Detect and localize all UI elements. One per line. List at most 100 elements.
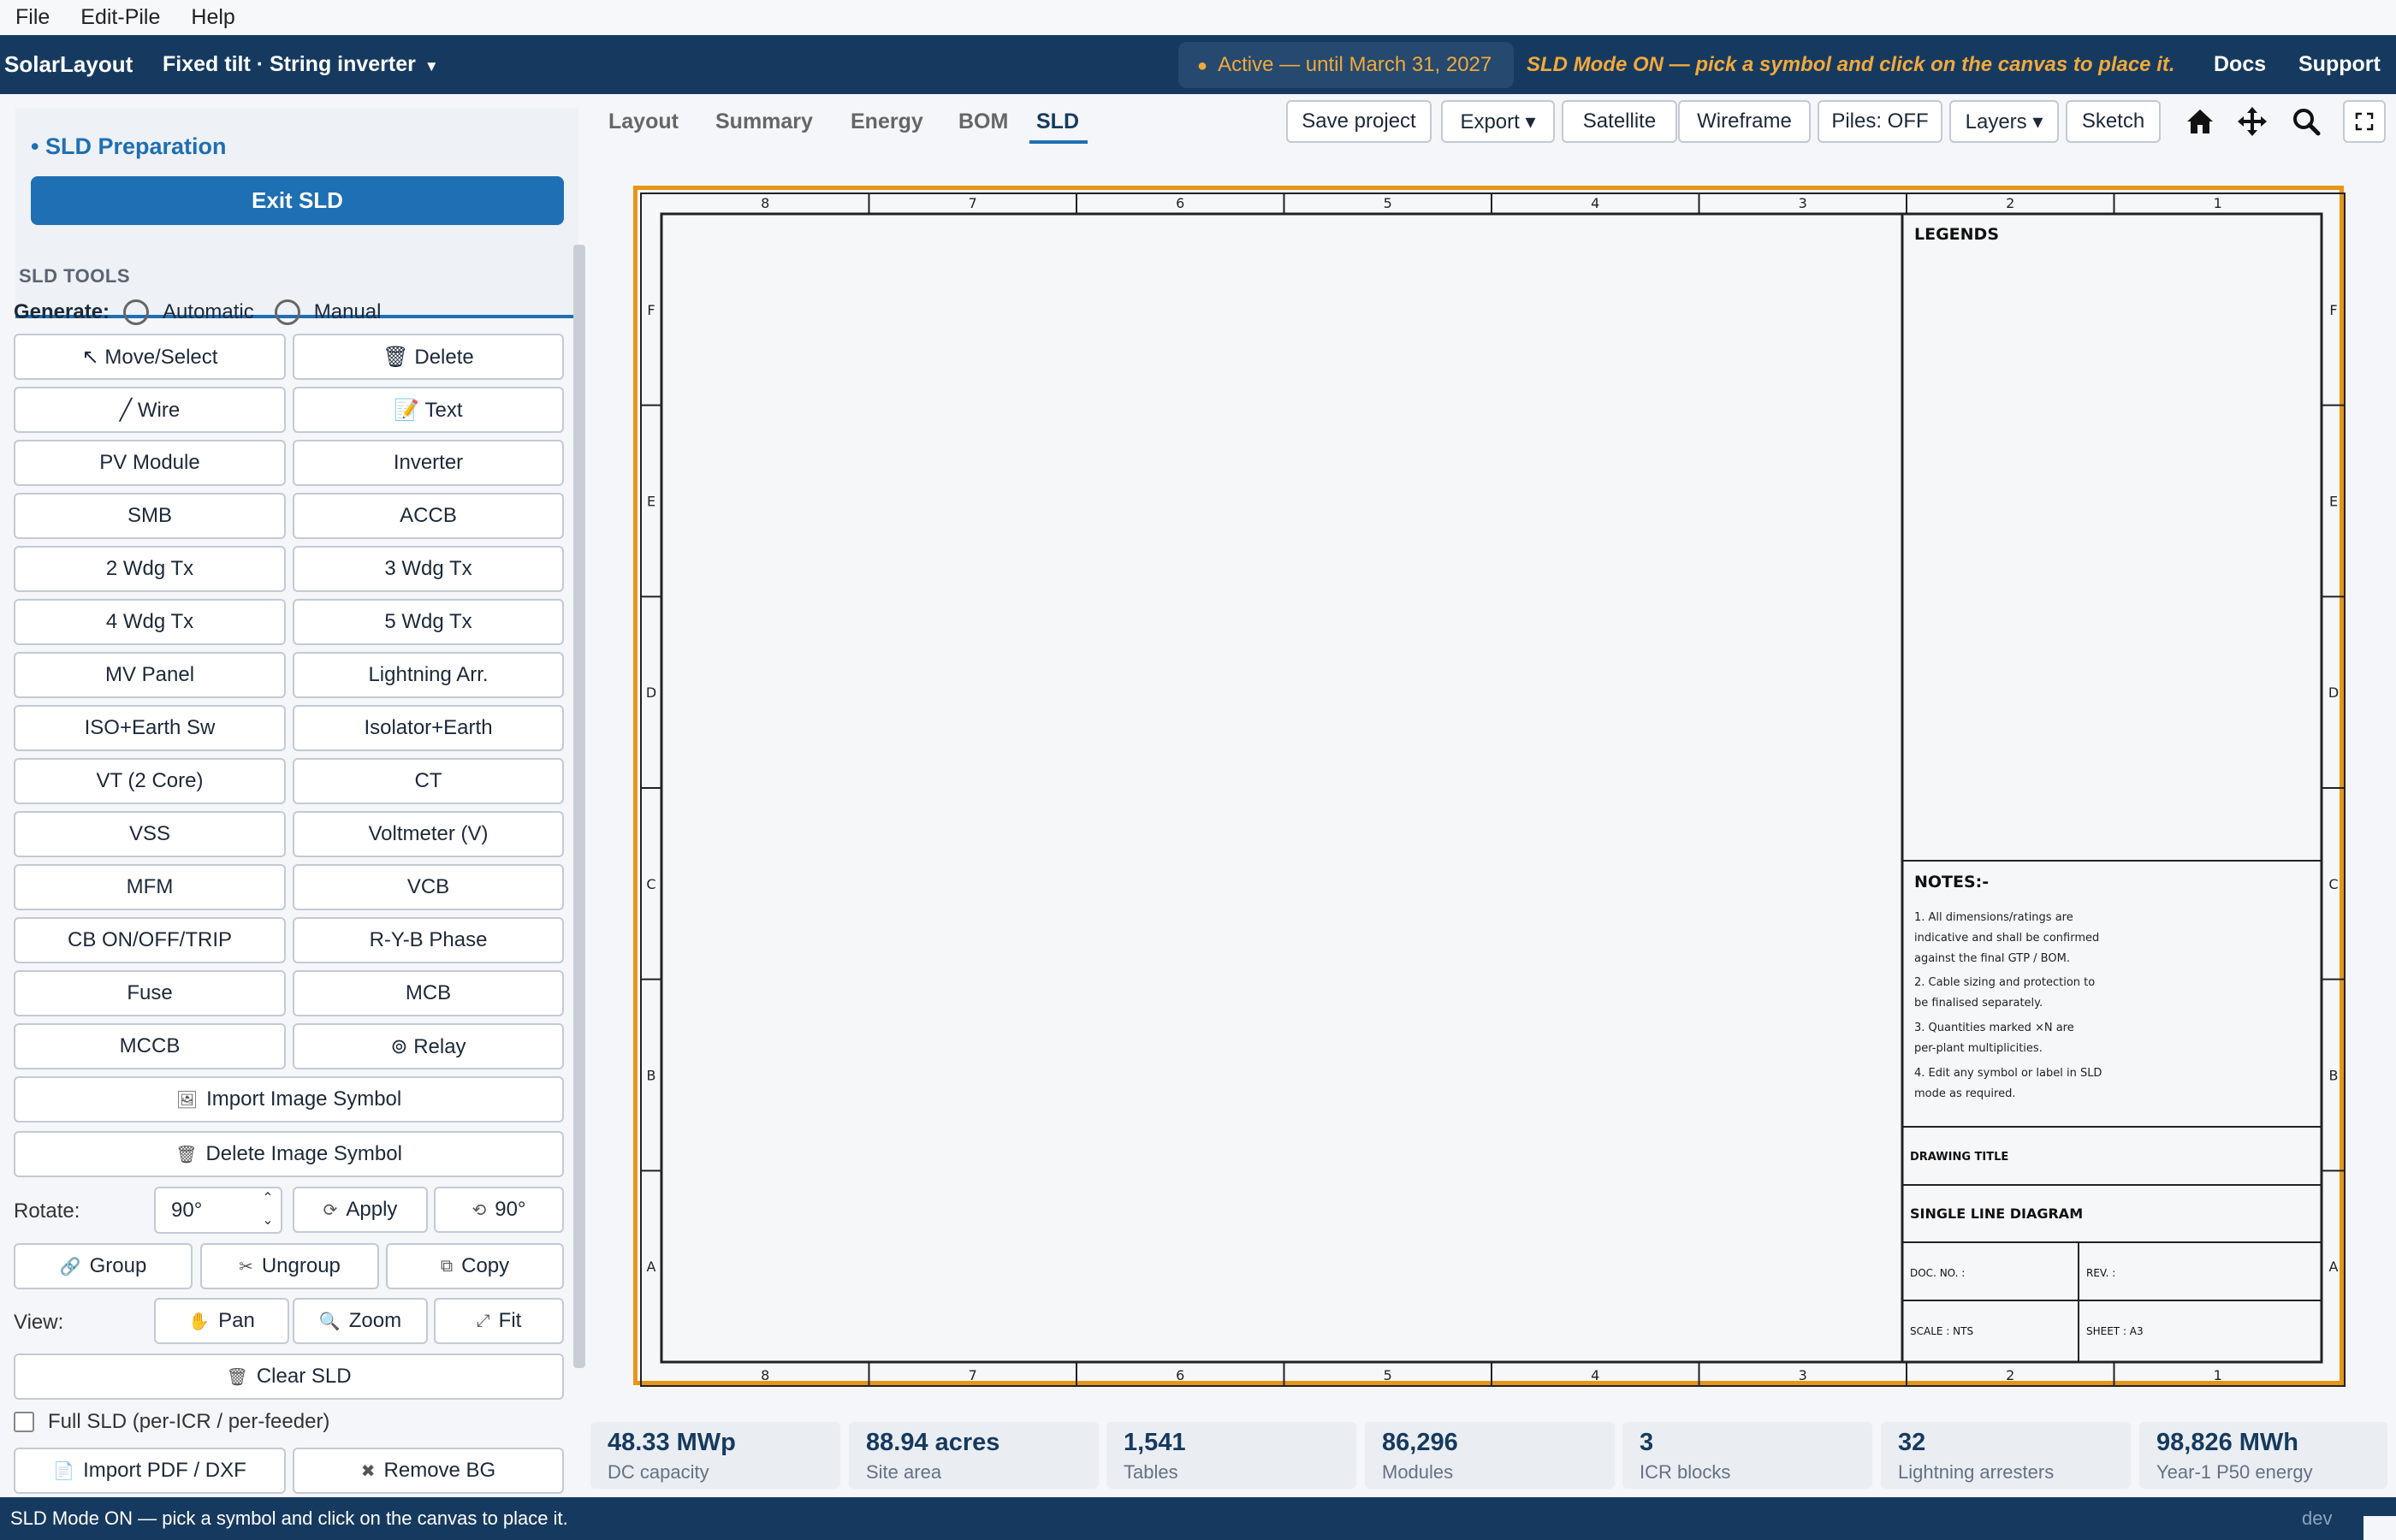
tool-relay-button[interactable]: ⊚ Relay bbox=[293, 1023, 564, 1069]
rotate-apply-button[interactable]: ⟳ Apply bbox=[293, 1187, 428, 1233]
tool-move-select-button[interactable]: ↖ Move/Select bbox=[14, 334, 286, 380]
fullscreen-icon[interactable] bbox=[2343, 100, 2386, 143]
import-image-symbol-button[interactable]: 🖼 Import Image Symbol bbox=[14, 1076, 564, 1122]
stat-value: 98,826 MWh bbox=[2156, 1429, 2298, 1456]
sld-tools-panel: • SLD Preparation Exit SLD SLD TOOLS Gen… bbox=[0, 94, 587, 1497]
piles-toggle[interactable]: Piles: OFF bbox=[1818, 100, 1942, 143]
tool-pv-module-button[interactable]: PV Module bbox=[14, 440, 286, 486]
tool-mfm-button[interactable]: MFM bbox=[14, 864, 286, 910]
note-line: per-plant multiplicities. bbox=[1914, 1042, 2043, 1055]
menu-file[interactable]: File bbox=[15, 5, 50, 30]
tool-voltmeter-v-button[interactable]: Voltmeter (V) bbox=[293, 811, 564, 857]
fit-button[interactable]: ⤢ Fit bbox=[434, 1298, 564, 1344]
support-link[interactable]: Support bbox=[2298, 35, 2381, 94]
column-label-bottom: 4 bbox=[1591, 1367, 1599, 1383]
tool-cb-on-off-trip-button[interactable]: CB ON/OFF/TRIP bbox=[14, 917, 286, 963]
rotate-cw-icon: ⟳ bbox=[323, 1200, 338, 1220]
checkbox-box[interactable] bbox=[14, 1412, 34, 1432]
tool-text-button[interactable]: 📝 Text bbox=[293, 387, 564, 433]
project-type-dropdown[interactable]: Fixed tilt · String inverter ▼ bbox=[163, 35, 439, 94]
brand-logo: SolarLayout bbox=[4, 51, 133, 77]
sketch-button[interactable]: Sketch bbox=[2066, 100, 2161, 143]
tool-4-wdg-tx-button[interactable]: 4 Wdg Tx bbox=[14, 599, 286, 645]
group-button[interactable]: 🔗 Group bbox=[14, 1243, 193, 1289]
tool-isolator-earth-button[interactable]: Isolator+Earth bbox=[293, 705, 564, 751]
export-dropdown[interactable]: Export ▾ bbox=[1441, 100, 1555, 143]
tool-2-wdg-tx-button[interactable]: 2 Wdg Tx bbox=[14, 546, 286, 592]
row-label-right: B bbox=[2329, 1068, 2339, 1084]
generate-manual-label: Manual bbox=[313, 300, 382, 323]
tool-wire-button[interactable]: ╱ Wire bbox=[14, 387, 286, 433]
tab-energy[interactable]: Energy bbox=[851, 110, 923, 144]
column-label-bottom: 8 bbox=[761, 1367, 769, 1383]
copy-button[interactable]: ⧉ Copy bbox=[386, 1243, 564, 1289]
tab-summary[interactable]: Summary bbox=[715, 110, 813, 144]
notes-heading: NOTES:- bbox=[1914, 873, 1989, 891]
stat-label: Year-1 P50 energy bbox=[2156, 1461, 2313, 1483]
docs-link[interactable]: Docs bbox=[2214, 35, 2266, 94]
zoom-button[interactable]: 🔍 Zoom bbox=[293, 1298, 428, 1344]
note-line: 1. All dimensions/ratings are bbox=[1914, 911, 2073, 924]
menu-edit-pile[interactable]: Edit-Pile bbox=[80, 5, 160, 30]
tool-lightning-arr-button[interactable]: Lightning Arr. bbox=[293, 652, 564, 698]
generate-manual-radio[interactable] bbox=[274, 299, 300, 325]
tab-sld[interactable]: SLD bbox=[1029, 110, 1088, 144]
tool-mv-panel-button[interactable]: MV Panel bbox=[14, 652, 286, 698]
tool-3-wdg-tx-button[interactable]: 3 Wdg Tx bbox=[293, 546, 564, 592]
clear-sld-button[interactable]: 🗑 Clear SLD bbox=[14, 1353, 564, 1400]
column-label-bottom: 7 bbox=[969, 1367, 977, 1383]
tool-mcb-button[interactable]: MCB bbox=[293, 970, 564, 1016]
note-line: indicative and shall be confirmed bbox=[1914, 932, 2099, 945]
import-pdf-dxf-button[interactable]: 📄 Import PDF / DXF bbox=[14, 1448, 286, 1494]
note-line: 4. Edit any symbol or label in SLD bbox=[1914, 1067, 2102, 1080]
tool-delete-button[interactable]: 🗑 Delete bbox=[293, 334, 564, 380]
home-icon[interactable] bbox=[2180, 100, 2220, 143]
tab-layout[interactable]: Layout bbox=[608, 110, 679, 144]
remove-bg-button[interactable]: ✖ Remove BG bbox=[293, 1448, 564, 1494]
legends-heading: LEGENDS bbox=[1914, 225, 1999, 244]
sld-tools-heading: SLD TOOLS bbox=[19, 265, 130, 287]
panel-scrollbar[interactable] bbox=[573, 245, 585, 1368]
tool-mccb-button[interactable]: MCCB bbox=[14, 1023, 286, 1069]
generate-automatic-radio[interactable] bbox=[123, 299, 150, 325]
tool-vcb-button[interactable]: VCB bbox=[293, 864, 564, 910]
tool-r-y-b-phase-button[interactable]: R-Y-B Phase bbox=[293, 917, 564, 963]
column-label-bottom: 5 bbox=[1384, 1367, 1392, 1383]
column-label-top: 6 bbox=[1176, 195, 1184, 211]
rotate-ccw-button[interactable]: ⟲ 90° bbox=[434, 1187, 564, 1233]
tool-fuse-button[interactable]: Fuse bbox=[14, 970, 286, 1016]
tool-vss-button[interactable]: VSS bbox=[14, 811, 286, 857]
move-icon[interactable] bbox=[2233, 100, 2272, 143]
row-label-right: A bbox=[2329, 1259, 2339, 1275]
pan-button[interactable]: ✋ Pan bbox=[154, 1298, 289, 1344]
column-label-top: 7 bbox=[969, 195, 977, 211]
satellite-button[interactable]: Satellite bbox=[1562, 100, 1677, 143]
save-project-button[interactable]: Save project bbox=[1286, 100, 1432, 143]
trash-icon: 🗑 bbox=[226, 1367, 248, 1387]
layers-dropdown[interactable]: Layers ▾ bbox=[1949, 100, 2059, 143]
rotate-angle-input[interactable]: 90° ⌃ ⌄ bbox=[154, 1187, 282, 1234]
full-sld-checkbox[interactable]: Full SLD (per-ICR / per-feeder) bbox=[14, 1410, 329, 1434]
row-label-right: D bbox=[2328, 684, 2339, 701]
exit-sld-button[interactable]: Exit SLD bbox=[31, 176, 564, 225]
tool-inverter-button[interactable]: Inverter bbox=[293, 440, 564, 486]
ungroup-button[interactable]: ✂ Ungroup bbox=[200, 1243, 379, 1289]
tool-ct-button[interactable]: CT bbox=[293, 758, 564, 804]
tool-accb-button[interactable]: ACCB bbox=[293, 493, 564, 539]
tab-bom[interactable]: BOM bbox=[958, 110, 1008, 144]
delete-image-symbol-button[interactable]: 🗑 Delete Image Symbol bbox=[14, 1131, 564, 1177]
search-icon[interactable] bbox=[2286, 100, 2326, 143]
generate-label: Generate: bbox=[14, 300, 110, 323]
row-label-left: F bbox=[647, 302, 655, 318]
sheet-border-grid: 8 8 7 7 6 6 5 5 4 4 3 3 2 2 1 1 F F E E D D C C B B A A bbox=[640, 192, 2346, 1387]
stat-value: 32 bbox=[1898, 1429, 1926, 1456]
spin-down-icon[interactable]: ⌄ bbox=[260, 1199, 276, 1242]
trash-icon: 🗑 bbox=[175, 1145, 198, 1164]
wireframe-button[interactable]: Wireframe bbox=[1678, 100, 1811, 143]
tool-iso-earth-sw-button[interactable]: ISO+Earth Sw bbox=[14, 705, 286, 751]
tool-smb-button[interactable]: SMB bbox=[14, 493, 286, 539]
menu-help[interactable]: Help bbox=[191, 5, 234, 30]
sld-canvas[interactable]: 8 8 7 7 6 6 5 5 4 4 3 3 2 2 1 1 F F E E D D C C B B A A LEGENDS NOT… bbox=[633, 186, 2346, 1387]
tool-vt-2-core-button[interactable]: VT (2 Core) bbox=[14, 758, 286, 804]
tool-5-wdg-tx-button[interactable]: 5 Wdg Tx bbox=[293, 599, 564, 645]
